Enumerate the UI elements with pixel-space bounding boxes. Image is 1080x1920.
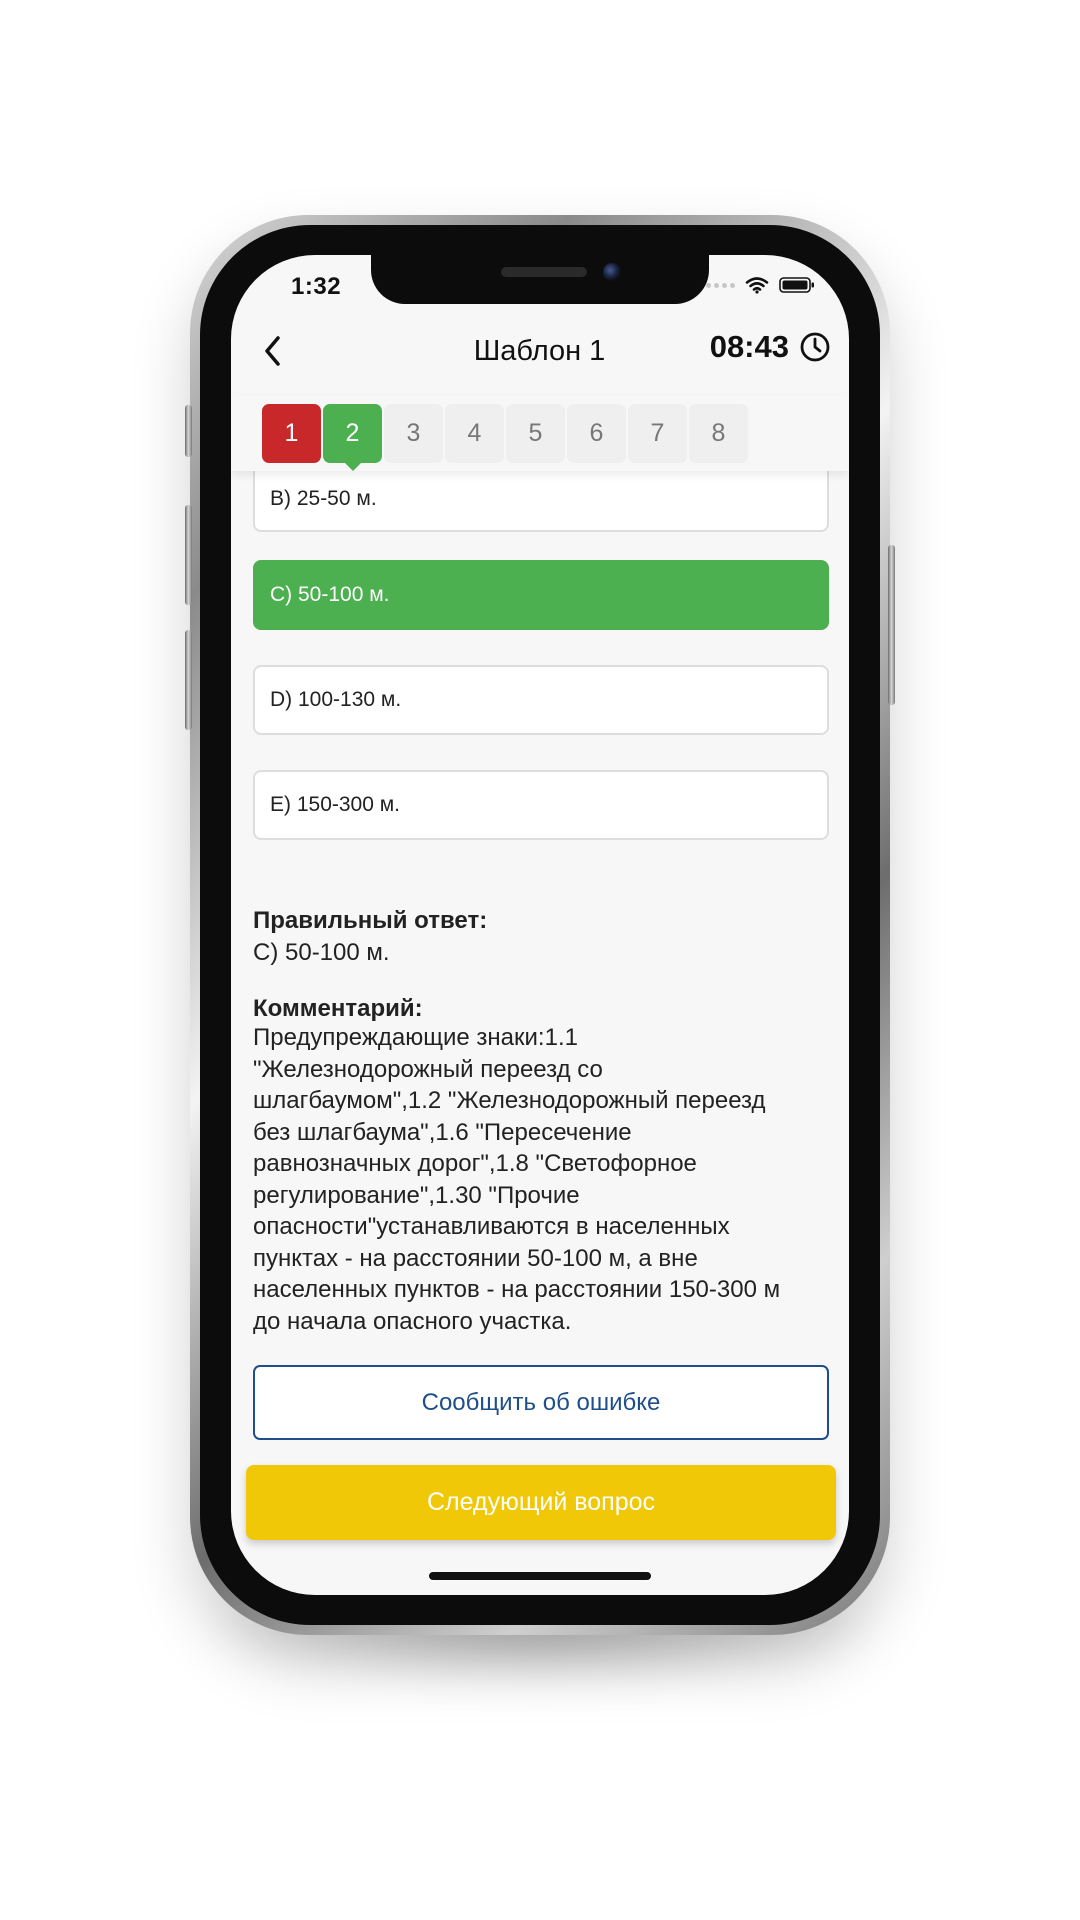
top-header: Шаблон 1 08:43 (231, 315, 849, 390)
correct-answer-value: C) 50-100 м. (253, 939, 390, 966)
silent-switch (185, 405, 192, 457)
status-time: 1:32 (291, 273, 342, 300)
back-button[interactable] (253, 331, 293, 371)
exam-timer: 08:43 (710, 329, 831, 365)
answer-option-label: D) 100-130 м. (270, 688, 402, 711)
comment-line: Предупреждающие знаки:1.1 (253, 1024, 578, 1051)
wifi-icon (745, 277, 769, 294)
app-screen: 1:32 Шаблон 1 08:43 1 2 3 4 5 6 7 8 B) 2… (231, 255, 849, 1595)
home-indicator[interactable] (429, 1572, 651, 1580)
device-mockup: 1:32 Шаблон 1 08:43 1 2 3 4 5 6 7 8 B) 2… (0, 0, 1080, 1920)
clock-icon (800, 332, 830, 362)
speaker-grille (501, 267, 587, 277)
correct-answer-heading: Правильный ответ: (253, 907, 488, 934)
page-title: Шаблон 1 (473, 335, 606, 367)
power-button (888, 545, 895, 705)
question-tabs: 1 2 3 4 5 6 7 8 (231, 395, 849, 471)
question-tab-1[interactable]: 1 (262, 404, 321, 463)
comment-heading: Комментарий: (253, 995, 423, 1022)
comment-line: равнозначных дорог",1.8 "Светофорное (253, 1150, 697, 1177)
answer-option-d[interactable]: D) 100-130 м. (253, 665, 829, 735)
answer-option-label: B) 25-50 м. (270, 486, 377, 510)
comment-line: опасности"устанавливаются в населенных (253, 1213, 730, 1240)
comment-line: регулирование",1.30 "Прочие (253, 1181, 580, 1209)
question-tab-5[interactable]: 5 (506, 404, 565, 463)
cellular-signal-icon (706, 282, 735, 288)
comment-line: шлагбаумом",1.2 "Железнодорожный переезд (253, 1087, 766, 1114)
answer-option-label: E) 150-300 м. (270, 793, 401, 816)
comment-line: до начала опасного участка. (253, 1307, 572, 1335)
answer-option-e[interactable]: E) 150-300 м. (253, 770, 829, 840)
comment-line: "Железнодорожный переезд со (253, 1055, 603, 1083)
answer-option-label: C) 50-100 м. (270, 583, 390, 606)
answer-option-b[interactable]: B) 25-50 м. (253, 467, 829, 532)
notch (371, 255, 709, 304)
comment-line: населенных пунктов - на расстоянии 150-3… (253, 1276, 781, 1303)
question-tab-4[interactable]: 4 (445, 404, 504, 463)
battery-icon (779, 277, 814, 293)
answer-option-c[interactable]: C) 50-100 м. (253, 560, 829, 630)
status-indicators (706, 276, 815, 294)
next-question-button[interactable]: Следующий вопрос (246, 1465, 836, 1540)
question-tab-7[interactable]: 7 (628, 404, 687, 463)
report-error-button[interactable]: Сообщить об ошибке (253, 1365, 829, 1440)
question-tab-8[interactable]: 8 (689, 404, 748, 463)
question-tab-3[interactable]: 3 (384, 404, 443, 463)
question-tab-6[interactable]: 6 (567, 404, 626, 463)
front-camera (603, 263, 621, 281)
chevron-left-icon (265, 336, 280, 366)
volume-down-button (185, 630, 192, 730)
comment-text: Предупреждающие знаки:1.1 "Железнодорожн… (253, 1022, 833, 1337)
question-tab-2[interactable]: 2 (323, 404, 382, 471)
comment-line: пунктах - на расстоянии 50-100 м, а вне (253, 1244, 698, 1272)
volume-up-button (185, 505, 192, 605)
timer-value: 08:43 (709, 329, 789, 364)
comment-line: без шлагбаума",1.6 "Пересечение (253, 1118, 632, 1146)
